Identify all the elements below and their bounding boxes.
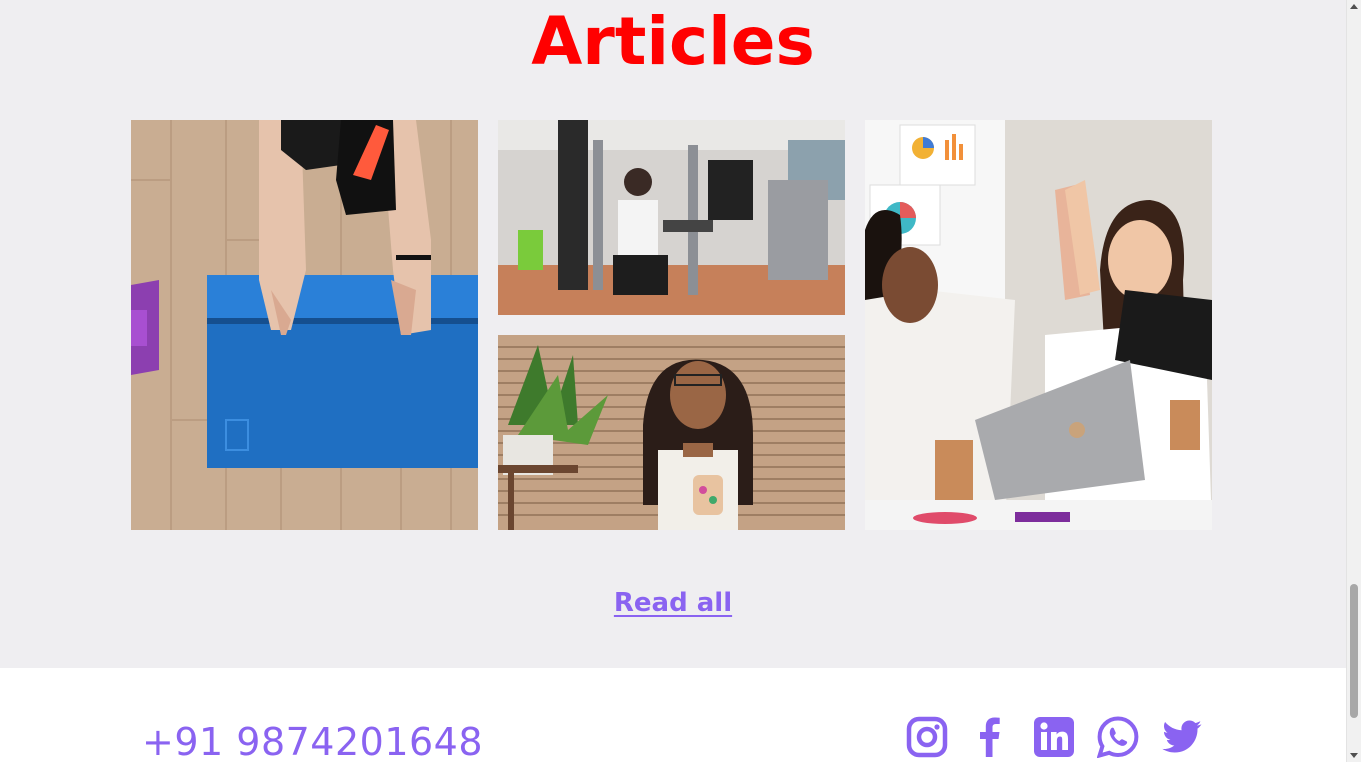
scroll-down-arrow-icon[interactable] [1350, 753, 1358, 758]
woman-holding-coffee-mug-photo [498, 335, 845, 530]
read-all-container: Read all [0, 585, 1346, 621]
coworkers-high-five-office-photo [865, 120, 1212, 530]
article-card-gym[interactable] [498, 120, 845, 315]
article-card-coffee[interactable] [498, 335, 845, 530]
whatsapp-icon[interactable] [1097, 716, 1139, 758]
facebook-icon[interactable] [969, 716, 1011, 758]
woman-using-gym-machine-photo [498, 120, 845, 315]
scrollbar-thumb[interactable] [1350, 584, 1358, 718]
article-card-yoga-mat[interactable] [131, 120, 478, 530]
woman-rolling-blue-yoga-mat-photo [131, 120, 478, 530]
scroll-up-arrow-icon[interactable] [1350, 4, 1358, 9]
page: Articles Read all +91 9874201648 [0, 0, 1346, 762]
scrollbar[interactable] [1346, 0, 1361, 762]
instagram-icon[interactable] [906, 716, 948, 758]
articles-section: Articles Read all [0, 0, 1346, 668]
section-title: Articles [531, 3, 815, 80]
linkedin-icon[interactable] [1033, 716, 1075, 758]
article-card-office[interactable] [865, 120, 1212, 530]
phone-number[interactable]: +91 9874201648 [142, 720, 483, 762]
footer: +91 9874201648 [0, 668, 1346, 762]
read-all-link[interactable]: Read all [614, 588, 732, 618]
twitter-icon[interactable] [1161, 716, 1203, 758]
